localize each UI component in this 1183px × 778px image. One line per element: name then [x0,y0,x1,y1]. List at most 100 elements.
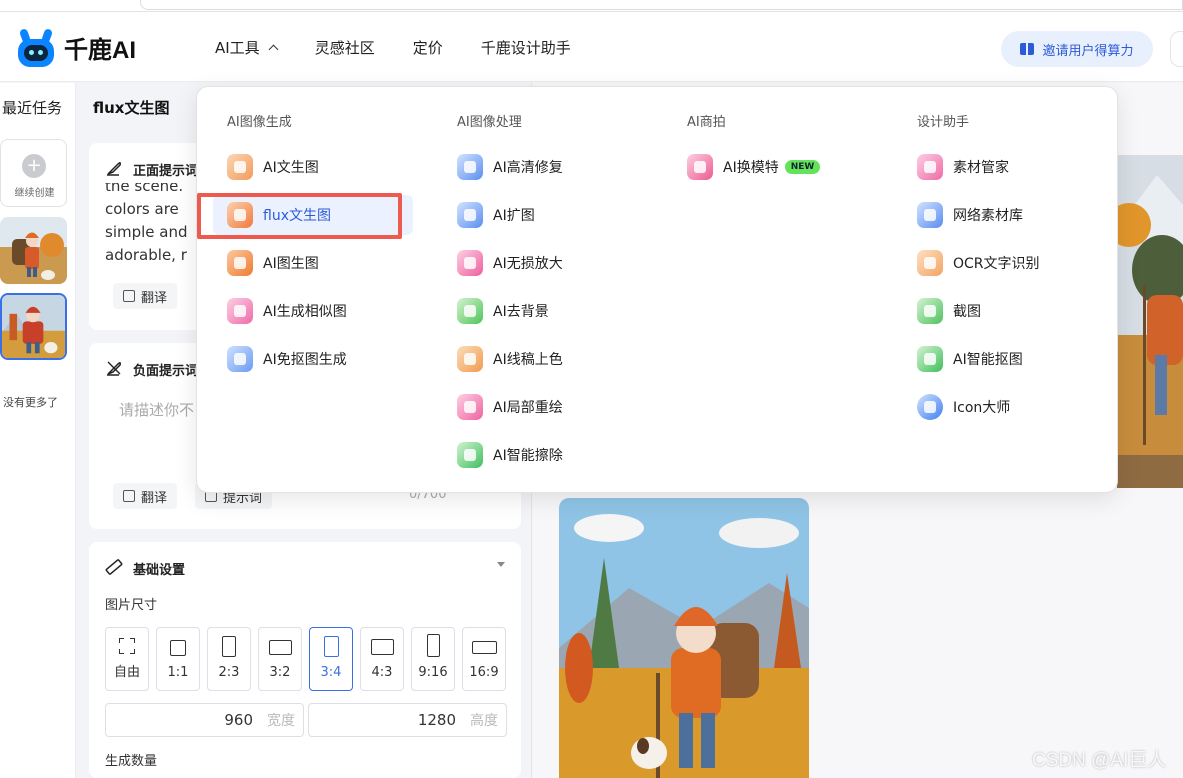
ratio-shape-icon [324,636,339,657]
logo[interactable]: 千鹿AI [16,27,136,67]
recent-thumbnail-selected[interactable] [0,293,67,360]
menu-item-label: 截图 [953,304,981,320]
recent-thumbnail[interactable] [0,217,67,284]
ai-tools-dropdown: AI图像生成 AI文生图 flux文生图 AI图生图 AI生成相似图 AI免抠图… [196,86,1118,493]
ratio-label: 2:3 [218,665,240,680]
ratio-9-16[interactable]: 9:16 [411,627,455,691]
continue-label: 继续创建 [14,188,55,199]
nav-label: AI工具 [215,38,260,57]
menu-item-label: 素材管家 [953,160,1009,176]
logo-mascot-icon [16,27,56,67]
ratio-2-3[interactable]: 2:3 [207,627,251,691]
ratio-label: 1:1 [167,665,189,680]
nav-design-assistant[interactable]: 千鹿设计助手 [481,37,571,58]
menu-item-cutout-free-generation[interactable]: AI免抠图生成 [227,339,407,379]
menu-item-label: Icon大师 [953,400,1011,416]
base-settings-card: 基础设置 图片尺寸 自由 1:1 2:3 3:2 3:4 4:3 9:16 16… [89,542,521,778]
ratio-3-4[interactable]: 3:4 [309,627,353,691]
gift-icon [1020,43,1035,55]
nav-community[interactable]: 灵感社区 [315,37,375,58]
crop-icon [917,298,943,324]
menu-item-similar-image[interactable]: AI生成相似图 [227,291,407,331]
hiker-thumbnail-image [2,295,65,358]
menu-item-ocr[interactable]: OCR文字识别 [917,243,1040,283]
nav-pricing[interactable]: 定价 [413,37,443,58]
translate-icon [123,490,135,502]
ratio-label: 自由 [113,665,140,680]
ratio-4-3[interactable]: 4:3 [360,627,404,691]
ratio-free[interactable]: 自由 [105,627,149,691]
menu-item-label: AI文生图 [263,160,319,176]
recent-title: 最近任务 [2,99,63,117]
height-unit: 高度 [470,713,498,729]
menu-item-smart-erase[interactable]: AI智能擦除 [457,435,563,475]
logo-text: 千鹿AI [64,36,136,64]
nav-label: 定价 [412,38,443,57]
new-badge: NEW [784,160,821,174]
site-header: 千鹿AI AI工具 灵感社区 定价 千鹿设计助手 邀请用户得算力 [0,12,1183,82]
menu-item-label: AI扩图 [493,208,535,224]
menu-item-ai-text-to-image[interactable]: AI文生图 [227,147,407,187]
ratio-16-9[interactable]: 16:9 [462,627,506,691]
menu-item-screenshot[interactable]: 截图 [917,291,981,331]
positive-prompt-title: 正面提示词 [133,164,199,179]
ratio-label: 4:3 [371,665,393,680]
eraser-icon [457,442,483,468]
menu-item-label: AI智能擦除 [493,448,563,464]
menu-item-image-to-image[interactable]: AI图生图 [227,243,407,283]
ratio-options: 自由 1:1 2:3 3:2 3:4 4:3 9:16 16:9 [105,627,513,691]
ratio-label: 3:2 [269,665,291,680]
menu-item-lossless-upscale[interactable]: AI无损放大 [457,243,563,283]
ratio-shape-icon [371,639,394,655]
translate-label: 翻译 [141,490,168,506]
collapse-caret-icon[interactable] [497,562,505,567]
menu-item-outpaint[interactable]: AI扩图 [457,195,535,235]
nav-label: 灵感社区 [314,38,375,57]
menu-item-label: AI智能抠图 [953,352,1023,368]
menu-item-smart-cutout[interactable]: AI智能抠图 [917,339,1023,379]
result-image[interactable] [1117,155,1183,488]
menu-item-label: AI线稿上色 [493,352,563,368]
menu-item-lineart-coloring[interactable]: AI线稿上色 [457,339,563,379]
hiker-result-image [559,498,809,778]
header-extra-button[interactable] [1170,31,1183,67]
menu-item-remove-background[interactable]: AI去背景 [457,291,549,331]
selection-highlight-annotation [197,193,402,239]
dimension-inputs: 960 宽度 1280 高度 [105,703,511,737]
menu-item-web-assets[interactable]: 网络素材库 [917,195,1023,235]
chevron-up-icon [268,44,279,54]
ratio-label: 9:16 [418,665,448,680]
menu-item-label: AI高清修复 [493,160,563,176]
size-label: 图片尺寸 [105,598,158,613]
address-bar[interactable] [140,0,1183,10]
ratio-3-2[interactable]: 3:2 [258,627,302,691]
menu-item-asset-manager[interactable]: 素材管家 [917,147,1009,187]
menu-item-hd-restore[interactable]: AI高清修复 [457,147,563,187]
menu-item-label: AI去背景 [493,304,549,320]
result-image[interactable] [559,498,809,778]
expand-image-icon [457,202,483,228]
image-to-image-icon [227,250,253,276]
ratio-shape-icon [170,640,186,656]
plus-icon: + [22,154,46,178]
nav-ai-tools[interactable]: AI工具 [215,37,279,58]
ratio-1-1[interactable]: 1:1 [156,627,200,691]
menu-item-inpaint[interactable]: AI局部重绘 [457,387,563,427]
translate-button[interactable]: 翻译 [113,283,178,309]
invite-button[interactable]: 邀请用户得算力 [1001,31,1153,67]
menu-item-model-swap[interactable]: AI换模特 NEW [687,147,821,187]
inpaint-icon [457,394,483,420]
quill-off-icon [107,361,121,376]
ratio-label: 3:4 [320,665,342,680]
height-input[interactable]: 1280 高度 [308,703,507,737]
icon-master-icon [917,394,943,420]
width-input[interactable]: 960 宽度 [105,703,304,737]
ruler-icon [105,559,123,575]
watermark: CSDN @AI巨人 [1032,750,1167,771]
recent-tasks-sidebar: 最近任务 + 继续创建 没有更多了 [0,83,76,778]
continue-create-button[interactable]: + 继续创建 [0,139,67,207]
menu-item-icon-master[interactable]: Icon大师 [917,387,1010,427]
no-more-text: 没有更多了 [3,396,58,409]
translate-button[interactable]: 翻译 [113,483,178,509]
hiker-thumbnail-image [0,217,67,284]
